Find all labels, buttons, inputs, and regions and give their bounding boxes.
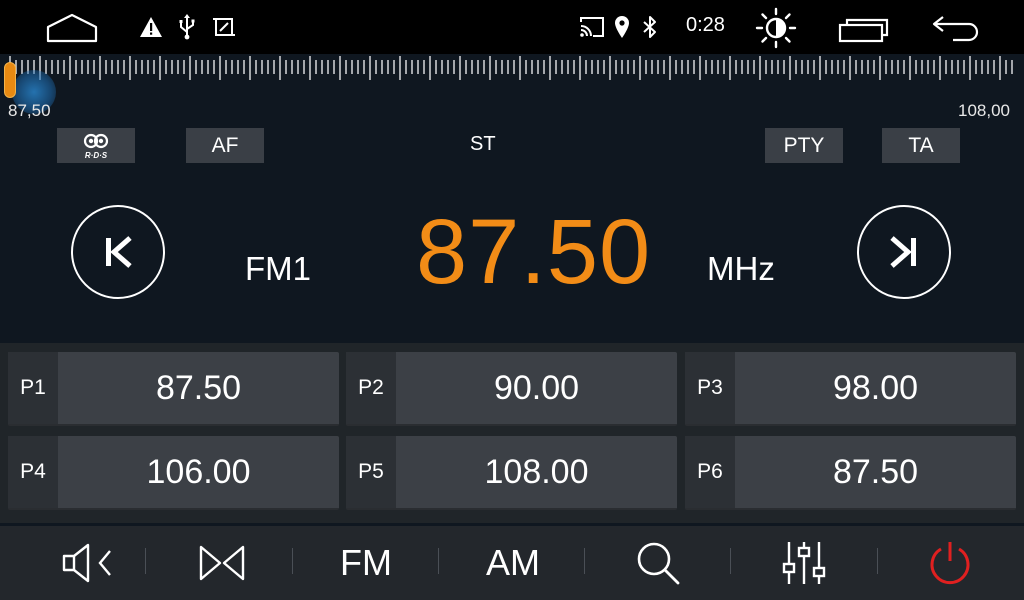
tuner-scale[interactable] <box>0 54 1024 124</box>
home-icon[interactable] <box>44 12 100 44</box>
preset-label: P4 <box>8 436 58 508</box>
stereo-icon <box>199 545 245 581</box>
status-bar: 0:28 <box>0 0 1024 54</box>
usb-icon <box>176 14 198 40</box>
power-icon <box>930 542 970 585</box>
location-icon <box>612 14 632 40</box>
preset-button-p6[interactable]: P6 87.50 <box>685 436 1016 510</box>
recent-apps-icon[interactable] <box>836 12 892 44</box>
preset-label: P5 <box>346 436 396 508</box>
mute-button[interactable] <box>40 526 140 600</box>
toolbar-divider <box>730 548 731 574</box>
seek-next-icon <box>890 236 916 268</box>
preset-frequency: 106.00 <box>146 452 251 491</box>
equalizer-button[interactable] <box>754 526 854 600</box>
frequency-display: 87.50 <box>416 201 652 303</box>
band-label: FM1 <box>245 250 311 287</box>
pty-button[interactable]: PTY <box>765 128 843 163</box>
power-button[interactable] <box>900 526 1000 600</box>
preset-button-p5[interactable]: P5 108.00 <box>346 436 677 510</box>
search-button[interactable] <box>608 526 708 600</box>
stereo-indicator: ST <box>470 133 496 155</box>
search-icon <box>637 542 680 585</box>
warning-icon <box>138 15 164 39</box>
cast-icon <box>578 15 606 39</box>
preset-frequency: 87.50 <box>832 452 919 491</box>
fm-band-label: FM <box>340 542 392 583</box>
preset-frequency: 90.00 <box>493 368 580 407</box>
brightness-icon[interactable] <box>754 6 798 50</box>
preset-label: P3 <box>685 352 735 424</box>
preset-panel: P1 87.50 P2 90.00 P3 98.00 P4 106.00 P5 … <box>0 343 1024 523</box>
tuner-needle[interactable] <box>4 62 16 98</box>
preset-button-p3[interactable]: P3 98.00 <box>685 352 1016 426</box>
clock: 0:28 <box>686 14 725 36</box>
scale-ticks <box>9 56 1013 80</box>
bottom-toolbar: FM AM <box>0 526 1024 600</box>
seek-previous-icon <box>106 236 132 268</box>
toolbar-divider <box>877 548 878 574</box>
frequency-unit: MHz <box>707 250 775 287</box>
preset-button-p4[interactable]: P4 106.00 <box>8 436 339 510</box>
seek-next-button[interactable] <box>857 205 951 299</box>
back-icon[interactable] <box>930 12 982 44</box>
screenshot-icon <box>212 15 236 39</box>
preset-button-p2[interactable]: P2 90.00 <box>346 352 677 426</box>
preset-button-p1[interactable]: P1 87.50 <box>8 352 339 426</box>
preset-label: P6 <box>685 436 735 508</box>
scale-min-label: 87,50 <box>8 101 51 120</box>
svg-text:R·D·S: R·D·S <box>85 151 108 160</box>
am-band-label: AM <box>486 542 540 583</box>
toolbar-divider <box>145 548 146 574</box>
preset-frequency: 87.50 <box>155 368 242 407</box>
toolbar-divider <box>292 548 293 574</box>
rds-icon: R·D·S <box>83 133 109 160</box>
scale-max-label: 108,00 <box>958 101 1010 120</box>
toolbar-divider <box>584 548 585 574</box>
bluetooth-icon <box>640 14 660 40</box>
equalizer-icon <box>782 542 826 584</box>
ta-button[interactable]: TA <box>882 128 960 163</box>
fm-band-button[interactable]: FM <box>316 526 416 600</box>
af-button[interactable]: AF <box>186 128 264 163</box>
preset-label: P2 <box>346 352 396 424</box>
preset-frequency: 98.00 <box>832 368 919 407</box>
preset-frequency: 108.00 <box>484 452 589 491</box>
mute-icon <box>62 543 111 583</box>
seek-previous-button[interactable] <box>71 205 165 299</box>
stereo-button[interactable] <box>172 526 272 600</box>
am-band-button[interactable]: AM <box>463 526 563 600</box>
toolbar-divider <box>438 548 439 574</box>
rds-button[interactable]: R·D·S <box>57 128 135 163</box>
preset-label: P1 <box>8 352 58 424</box>
